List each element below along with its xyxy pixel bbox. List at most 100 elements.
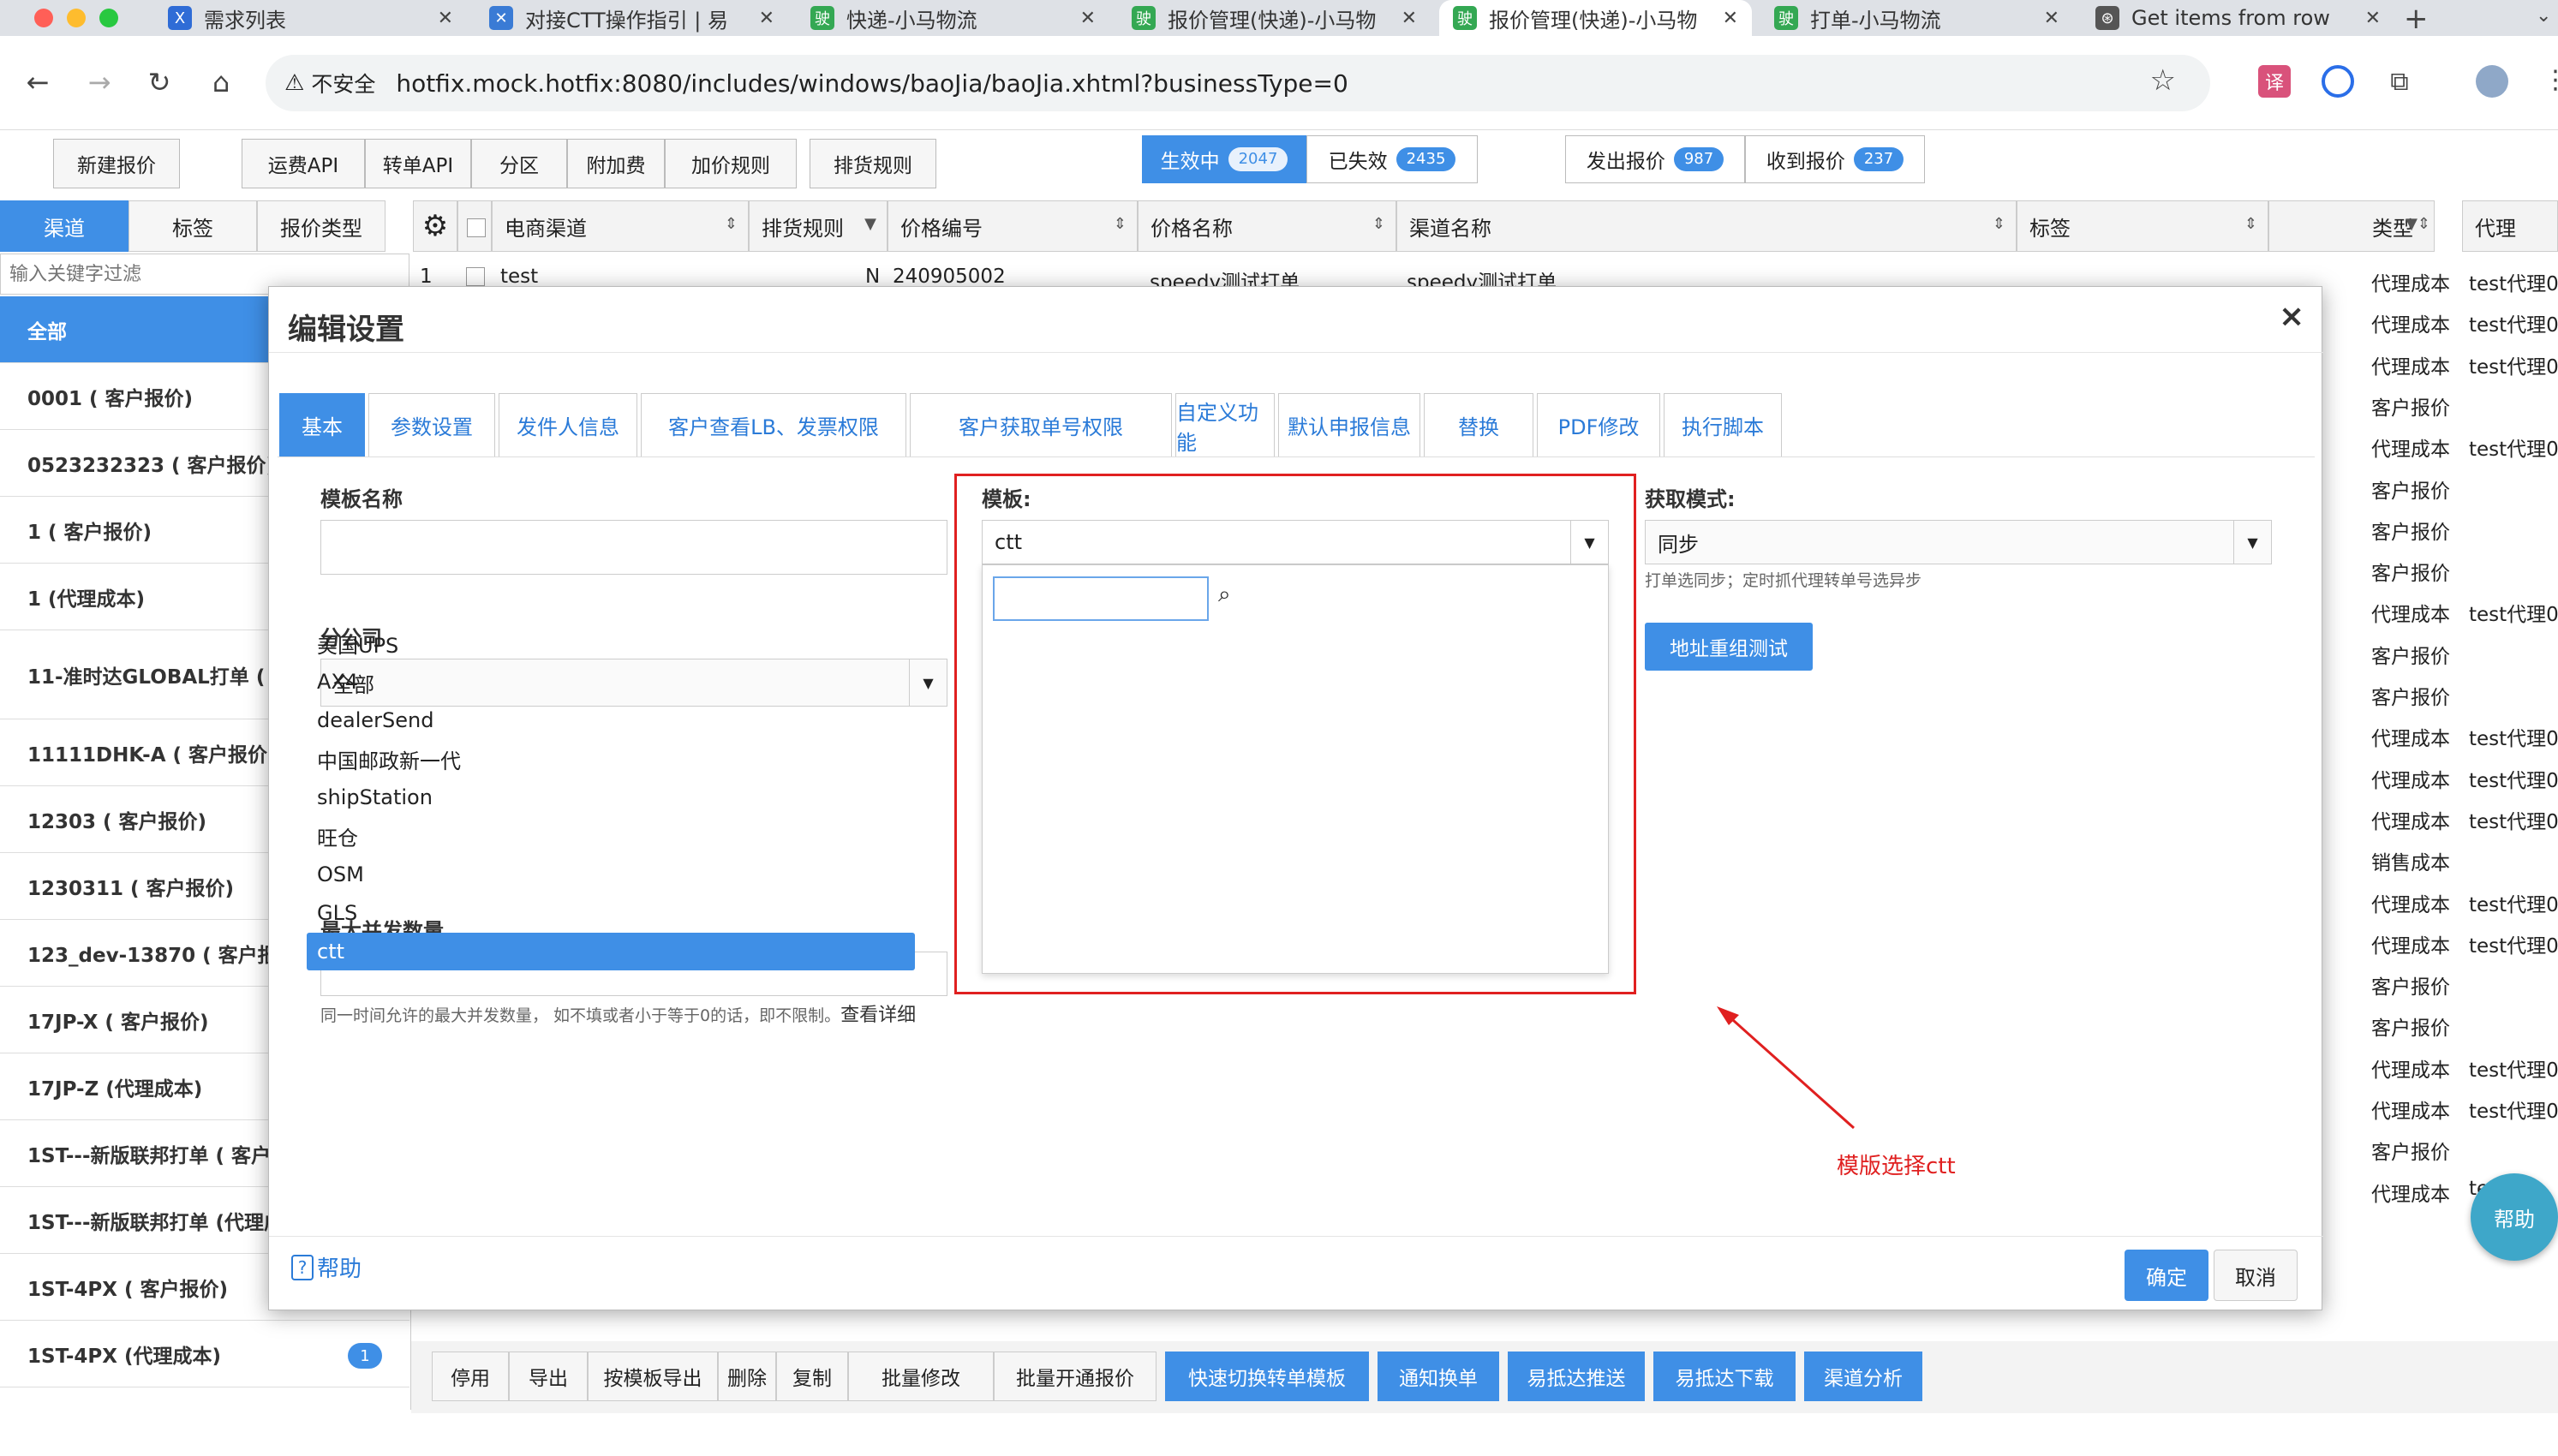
tab-title: 对接CTT操作指引 | 易 [525,8,728,33]
forward-icon[interactable]: → [77,60,122,104]
tab-close-icon[interactable]: ✕ [1402,8,1417,29]
bottom-primary-button[interactable]: 易抵达推送 [1508,1352,1645,1401]
row-agent: test代理01 [2469,1101,2558,1123]
window-minimize-icon[interactable] [67,9,86,27]
row-checkbox[interactable] [466,267,485,286]
row-type: 销售成本 [2371,852,2450,875]
tab-favicon-icon: 驶 [1132,6,1156,30]
sort-icon[interactable]: ⇕ [1993,215,2005,233]
row-type: 客户报价 [2371,480,2450,503]
toolbar-button[interactable]: 运费API [242,139,365,188]
row-type: 代理成本 [2371,273,2450,295]
bottom-primary-button[interactable]: 渠道分析 [1804,1352,1922,1401]
tab-favicon-icon: ✕ [489,6,513,30]
help-link[interactable]: ? 帮助 [291,1251,362,1283]
sort-icon[interactable]: ⇕ [725,215,738,233]
received-quote-button[interactable]: 收到报价 237 [1745,135,1925,183]
header-ecommerce-channel[interactable]: 电商渠道 ⇕ [492,200,749,252]
header-channel-name[interactable]: 渠道名称 ⇕ [1396,200,2017,252]
bottom-action-button[interactable]: 停用 [432,1352,509,1401]
toolbar-button[interactable]: 分区 [471,139,567,188]
tab-close-icon[interactable]: ✕ [438,8,453,29]
bottom-action-button[interactable]: 批量开通报价 [994,1352,1156,1401]
bottom-action-button[interactable]: 删除 [718,1352,776,1401]
table-settings-gear-icon[interactable]: ⚙ [413,200,457,252]
header-tag[interactable]: 标签 ⇕ [2017,200,2268,252]
tab-list-chevron-icon[interactable]: ⌄ [2536,5,2551,27]
row-type: 代理成本 [2371,728,2450,751]
ship-rule-button[interactable]: 排货规则 [810,139,936,188]
browser-menu-icon[interactable]: ⋮ [2543,65,2558,95]
browser-tab[interactable]: X 需求列表 ✕ [154,0,467,36]
expired-count-badge: 2435 [1396,147,1456,171]
reload-icon[interactable]: ↻ [137,60,182,104]
security-label: 不安全 [311,72,376,97]
url-box[interactable]: ⚠ 不安全 hotfix.mock.hotfix:8080/includes/w… [266,55,2210,111]
left-tab-channel[interactable]: 渠道 [0,200,128,252]
toolbar-button[interactable]: 附加费 [567,139,665,188]
browser-tab[interactable]: ⊛ Get items from row ✕ [2082,0,2394,36]
header-price-code[interactable]: 价格编号 ⇕ [888,200,1138,252]
profile-avatar[interactable] [2476,65,2508,98]
filter-dropdown-icon[interactable]: ▼ [864,215,876,233]
sent-quote-button[interactable]: 发出报价 987 [1565,135,1745,183]
row-type: 代理成本 [2371,604,2450,627]
header-price-name[interactable]: 价格名称 ⇕ [1138,200,1396,252]
footer-divider [269,1236,2323,1237]
tab-close-icon[interactable]: ✕ [1723,8,1738,29]
browser-tab[interactable]: 驶报价管理(快递)-小马物 ✕ [1439,0,1752,36]
browser-tab[interactable]: 驶报价管理(快递)-小马物 ✕ [1118,0,1431,36]
bookmark-star-icon[interactable]: ☆ [2150,63,2176,98]
sort-icon[interactable]: ⇕ [2244,215,2257,233]
bottom-action-button[interactable]: 批量修改 [848,1352,994,1401]
tab-close-icon[interactable]: ✕ [2044,8,2059,29]
tab-close-icon[interactable]: ✕ [2365,8,2381,29]
header-type[interactable]: 类型 ▼⇕ [2268,200,2435,252]
browser-tab[interactable]: 驶快递-小马物流 ✕ [797,0,1109,36]
browser-tab[interactable]: 驶打单-小马物流 ✕ [1760,0,2073,36]
active-status-button[interactable]: 生效中 2047 [1142,135,1306,183]
row-type: 代理成本 [2371,1059,2450,1082]
left-tab-quote-type[interactable]: 报价类型 [257,200,385,252]
header-agent[interactable]: 代理 [2462,200,2558,252]
tab-title: Get items from row [2131,6,2330,30]
sort-icon[interactable]: ⇕ [1114,215,1127,233]
tab-close-icon[interactable]: ✕ [759,8,774,29]
row-type: 客户报价 [2371,1142,2450,1165]
url-text[interactable]: hotfix.mock.hotfix:8080/includes/windows… [396,69,1348,98]
cancel-button[interactable]: 取消 [2214,1250,2298,1301]
new-tab-icon[interactable]: + [2404,2,2429,36]
bottom-action-button[interactable]: 复制 [776,1352,848,1401]
window-maximize-icon[interactable] [99,9,118,27]
bottom-primary-button[interactable]: 通知换单 [1378,1352,1499,1401]
header-ship-rule[interactable]: 排货规则 ▼ [749,200,888,252]
sort-icon[interactable]: ▼⇕ [2406,215,2430,233]
bottom-primary-button[interactable]: 快速切换转单模板 [1165,1352,1369,1401]
translate-extension-icon[interactable]: 译 [2258,65,2291,98]
left-tab-tag[interactable]: 标签 [128,200,257,252]
row-agent: test代理01 [2469,355,2558,379]
bottom-action-button[interactable]: 导出 [509,1352,588,1401]
row-agent: test代理01 [2469,728,2558,751]
expired-status-button[interactable]: 已失效 2435 [1306,135,1478,183]
bottom-primary-button[interactable]: 易抵达下载 [1653,1352,1796,1401]
sort-icon[interactable]: ⇕ [1372,215,1385,233]
ok-button[interactable]: 确定 [2125,1250,2208,1301]
row-type: 代理成本 [2371,1101,2450,1123]
browser-tab[interactable]: ✕ 对接CTT操作指引 | 易 ✕ [475,0,788,36]
home-icon[interactable]: ⌂ [199,60,243,104]
tab-close-icon[interactable]: ✕ [1080,8,1096,29]
extensions-puzzle-icon[interactable]: ⧉ [2383,65,2416,98]
new-quote-button[interactable]: 新建报价 [53,139,180,188]
bottom-action-button[interactable]: 按模板导出 [588,1352,718,1401]
tab-favicon-icon: 驶 [1453,6,1477,30]
toolbar-button[interactable]: 加价规则 [665,139,797,188]
row-agent: test代理01 [2469,604,2558,627]
header-label: 电商渠道 [505,216,587,241]
select-all-checkbox[interactable] [467,218,486,237]
window-close-icon[interactable] [34,9,53,27]
extension-circle-icon[interactable] [2322,65,2354,98]
floating-help-button[interactable]: 帮助 [2471,1173,2558,1261]
toolbar-button[interactable]: 转单API [365,139,471,188]
back-icon[interactable]: ← [15,60,60,104]
